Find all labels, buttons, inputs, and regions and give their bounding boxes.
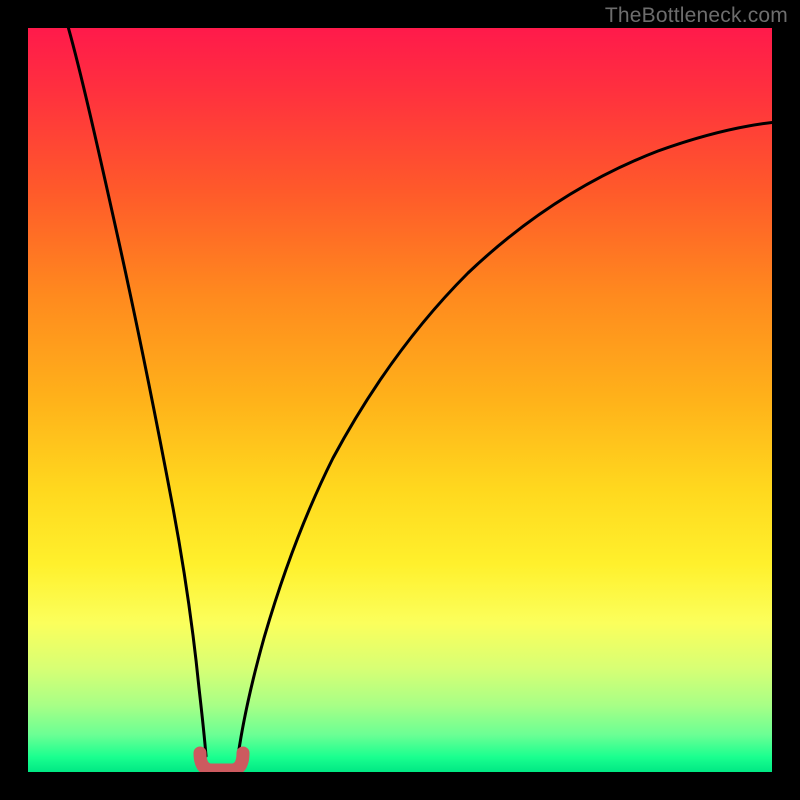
- curve-bottom-marker: [200, 753, 243, 770]
- chart-frame: TheBottleneck.com: [0, 0, 800, 800]
- watermark-text: TheBottleneck.com: [605, 4, 788, 28]
- bottleneck-curve: [28, 28, 772, 772]
- curve-right-branch: [238, 122, 772, 756]
- plot-area: [28, 28, 772, 772]
- curve-left-branch: [67, 28, 206, 756]
